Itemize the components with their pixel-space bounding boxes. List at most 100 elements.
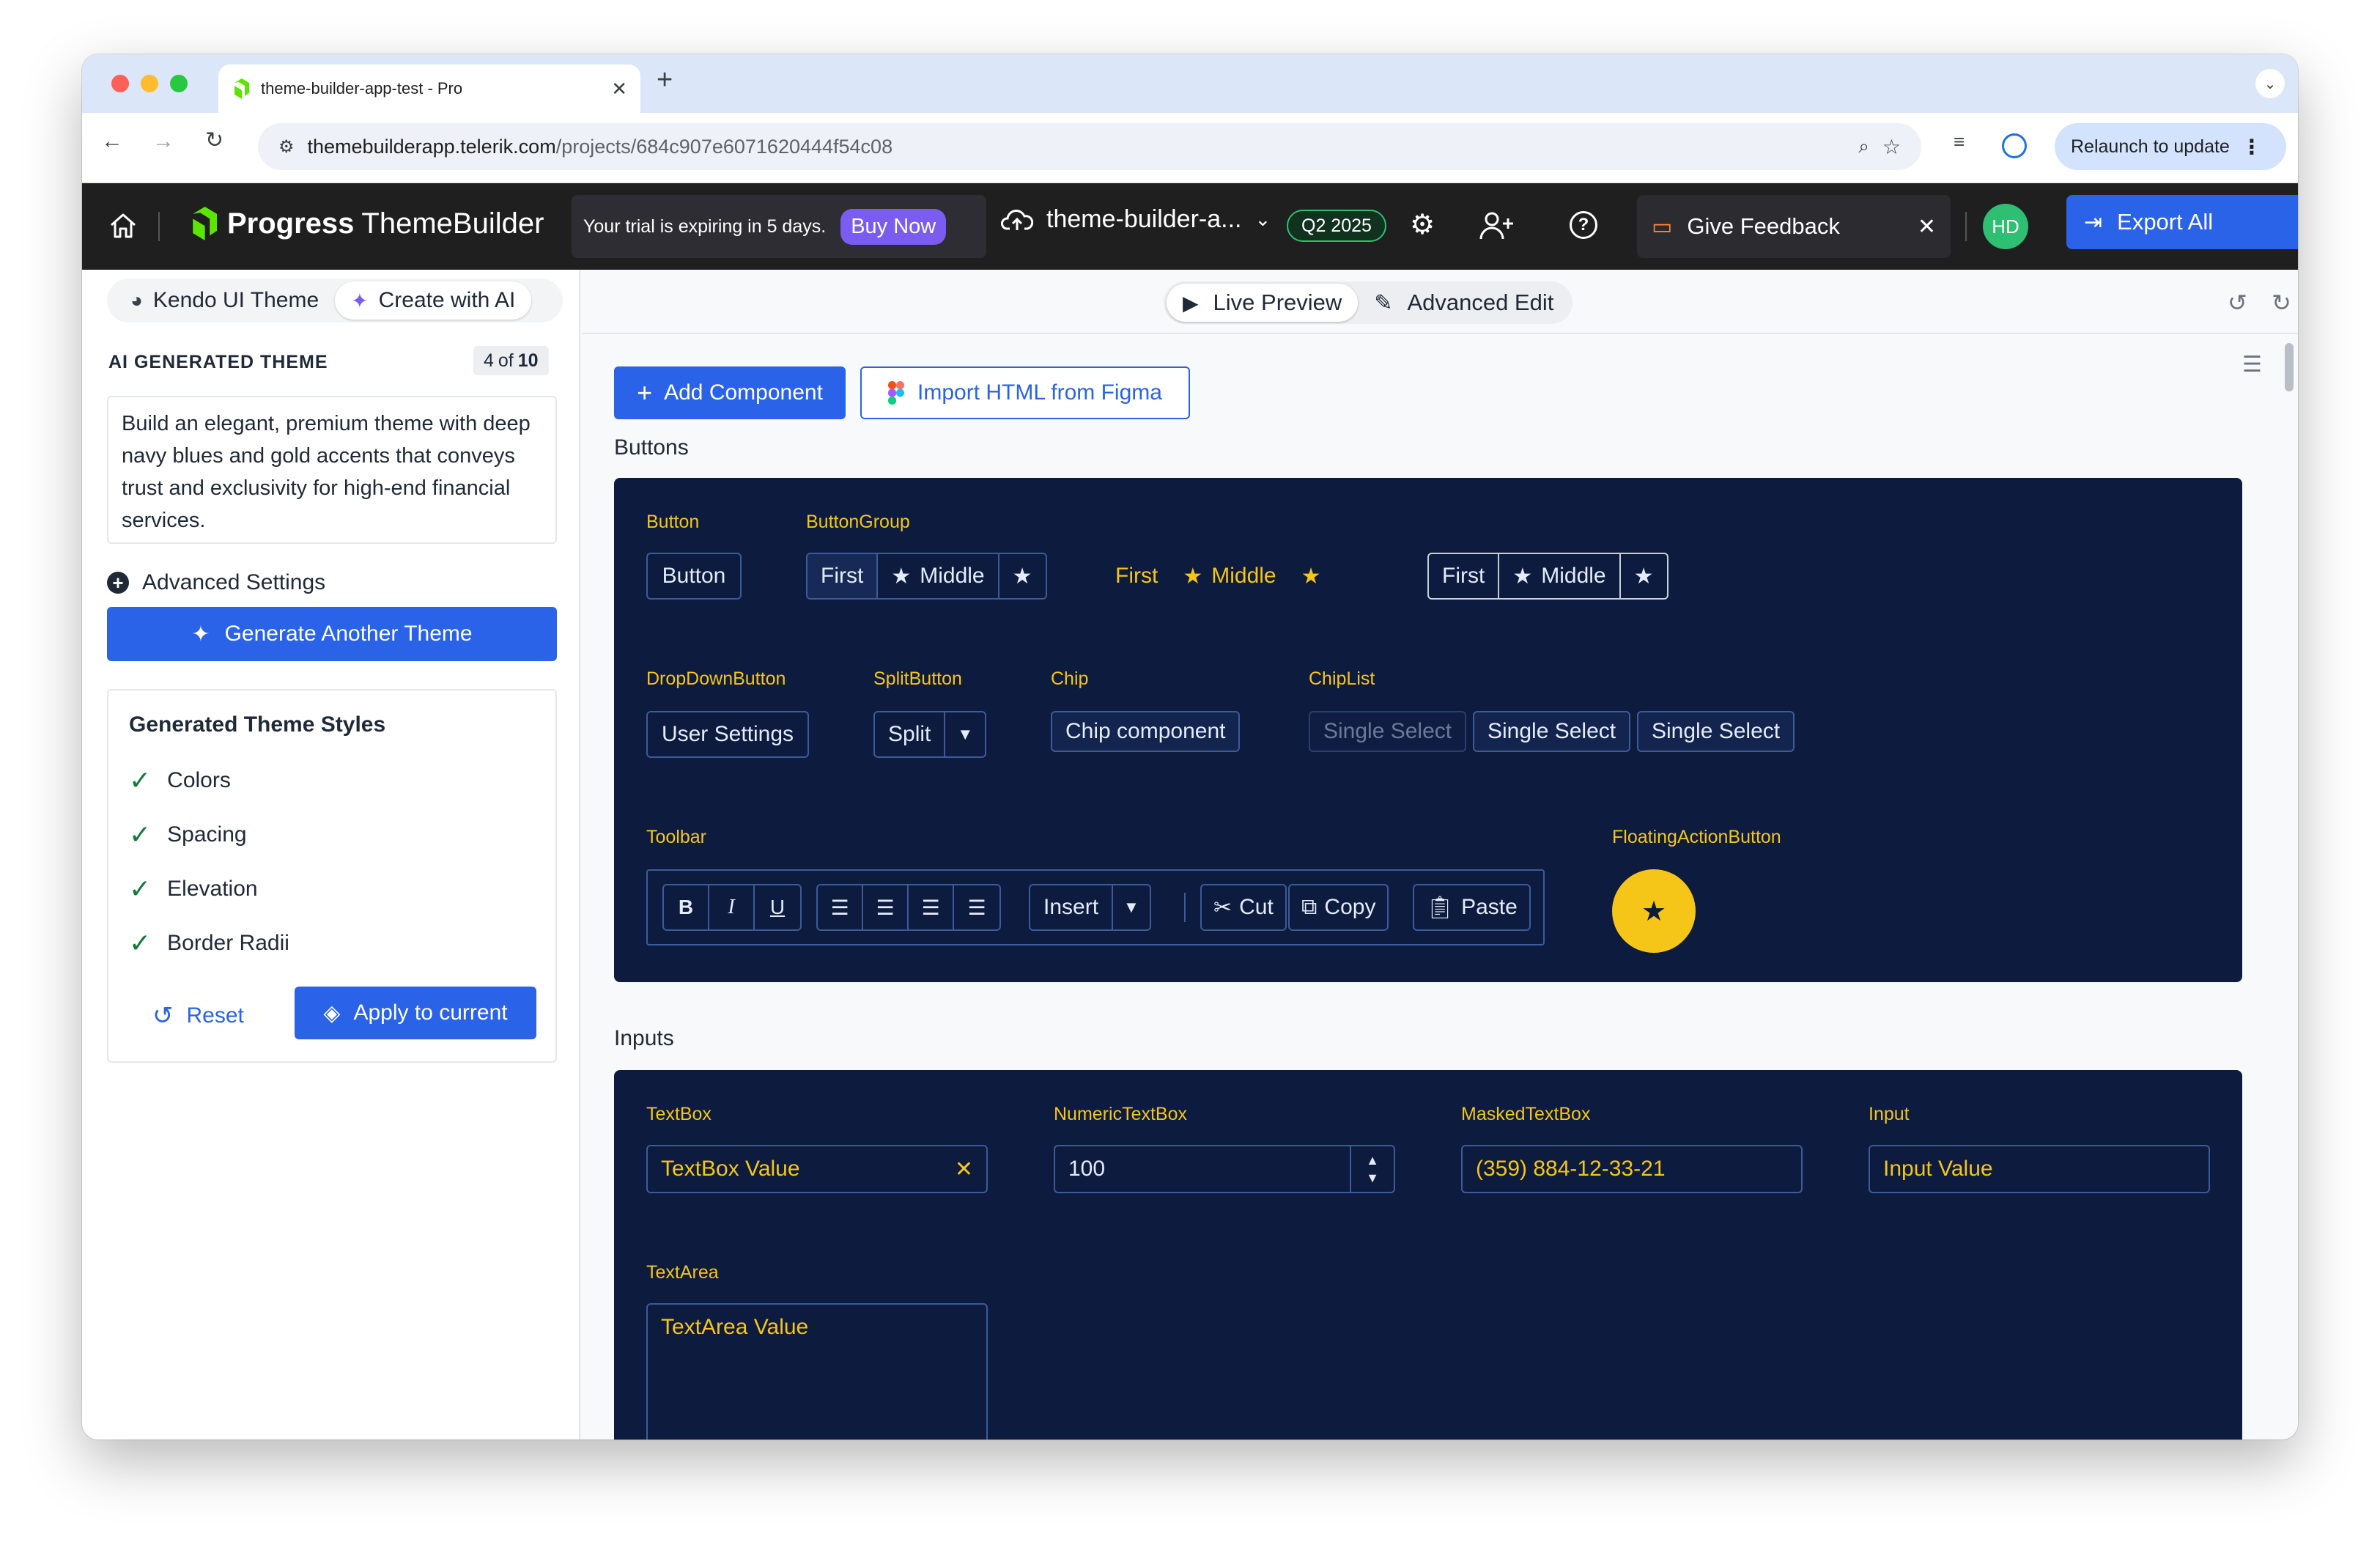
italic-button[interactable]: I <box>709 885 755 929</box>
close-tab-icon[interactable]: ✕ <box>611 78 627 100</box>
omnibox[interactable]: ⚙ themebuilderapp.telerik.com/projects/6… <box>258 123 1921 170</box>
align-right-icon[interactable]: ☰ <box>909 885 954 929</box>
browser-tab-bar: theme-builder-app-test - Pro ✕ + ⌄ <box>82 54 2298 113</box>
home-icon[interactable] <box>108 211 138 240</box>
advanced-edit-tab[interactable]: ✎ Advanced Edit <box>1358 284 1570 322</box>
outline-middle-button[interactable]: ★ Middle <box>1499 554 1621 598</box>
give-feedback-button[interactable]: ▭ Give Feedback ✕ <box>1637 195 1951 258</box>
caret-down-icon[interactable]: ▼ <box>1366 1169 1379 1187</box>
close-window-button[interactable] <box>111 75 129 92</box>
star-icon: ★ <box>891 564 912 589</box>
bold-button[interactable]: B <box>664 885 709 929</box>
insert-split-button: Insert ▼ <box>1029 884 1151 931</box>
export-dropdown-icon[interactable]: ▼ <box>2296 212 2298 232</box>
tab-search-icon[interactable]: ⌄ <box>2255 69 2285 98</box>
add-component-button[interactable]: + Add Component <box>614 366 846 419</box>
textbox[interactable]: TextBox Value ✕ <box>646 1145 988 1193</box>
split-arrow-button[interactable]: ▼ <box>945 712 985 756</box>
profile-icon[interactable] <box>2002 133 2027 158</box>
project-selector[interactable]: theme-builder-a... ⌄ <box>1001 205 1271 234</box>
more-menu-icon[interactable]: ⋮ <box>2242 135 2262 159</box>
live-preview-label: Live Preview <box>1213 290 1342 315</box>
site-settings-icon[interactable]: ⚙ <box>278 136 295 158</box>
maximize-window-button[interactable] <box>170 75 188 92</box>
insert-button[interactable]: Insert <box>1030 885 1114 929</box>
import-figma-button[interactable]: Import HTML from Figma <box>860 366 1190 419</box>
floating-action-button[interactable]: ★ <box>1612 869 1696 953</box>
caret-up-icon[interactable]: ▲ <box>1366 1151 1379 1169</box>
clear-icon[interactable]: ✕ <box>955 1157 973 1182</box>
export-all-button[interactable]: ⇥ Export All ▼ <box>2066 195 2298 249</box>
group-middle-label: Middle <box>920 564 985 588</box>
relaunch-button[interactable]: Relaunch to update ⋮ <box>2055 123 2286 170</box>
new-tab-icon[interactable]: + <box>657 64 673 96</box>
demo-button[interactable]: Button <box>646 553 742 600</box>
user-avatar[interactable]: HD <box>1983 204 2028 249</box>
buy-now-button[interactable]: Buy Now <box>840 208 947 245</box>
textbox-value: TextBox Value <box>661 1157 800 1181</box>
browser-tab[interactable]: theme-builder-app-test - Pro ✕ <box>218 64 640 113</box>
numeric-spinner[interactable]: ▲ ▼ <box>1350 1146 1394 1192</box>
zoom-icon[interactable]: ⌕ <box>1858 135 1869 158</box>
scrollbar-thumb[interactable] <box>2285 343 2294 391</box>
cut-button[interactable]: ✂ Cut <box>1200 884 1287 931</box>
align-left-icon[interactable]: ☰ <box>818 885 863 929</box>
flat-middle-button[interactable]: ★ Middle <box>1183 564 1276 589</box>
back-icon[interactable]: ← <box>101 129 123 154</box>
tab-kendo-ui-theme[interactable]: ◕ Kendo UI Theme <box>114 281 335 320</box>
dropdown-label: DropDownButton <box>646 668 786 689</box>
url-text[interactable]: themebuilderapp.telerik.com/projects/684… <box>308 136 1846 158</box>
generate-another-theme-button[interactable]: ✦ Generate Another Theme <box>107 607 557 661</box>
underline-button[interactable]: U <box>755 885 800 929</box>
button-label: Button <box>646 512 700 532</box>
apply-to-current-button[interactable]: ◈ Apply to current <box>295 987 536 1039</box>
chiplist-chip[interactable]: Single Select <box>1473 711 1631 752</box>
reload-icon[interactable]: ↻ <box>205 128 223 153</box>
flat-first-button[interactable]: First <box>1115 564 1158 589</box>
outline-first-button[interactable]: First <box>1429 554 1500 598</box>
group-first-button[interactable]: First <box>808 554 879 598</box>
copy-button[interactable]: ⧉ Copy <box>1288 884 1389 931</box>
chip[interactable]: Chip component <box>1051 711 1241 752</box>
reset-button[interactable]: ↺ Reset <box>152 1001 244 1031</box>
outline-star-button[interactable]: ★ <box>1621 554 1667 598</box>
advanced-settings-toggle[interactable]: + Advanced Settings <box>107 570 325 595</box>
masked-textbox[interactable]: (359) 884-12-33-21 <box>1461 1145 1803 1193</box>
group-middle-button[interactable]: ★ Middle <box>878 554 999 598</box>
align-justify-icon[interactable]: ☰ <box>954 885 999 929</box>
import-figma-label: Import HTML from Figma <box>917 380 1162 405</box>
checklist-icon[interactable]: ☰ <box>2242 352 2262 377</box>
logo-brand: Progress <box>227 207 355 240</box>
chiplist-chip[interactable]: Single Select <box>1309 711 1467 752</box>
chiplist-chip[interactable]: Single Select <box>1637 711 1795 752</box>
insert-arrow-button[interactable]: ▼ <box>1113 885 1150 929</box>
chiplist-label: ChipList <box>1309 668 1375 689</box>
apply-label: Apply to current <box>353 1000 508 1025</box>
fab-label: FloatingActionButton <box>1612 827 1781 847</box>
ai-prompt-textarea[interactable]: Build an elegant, premium theme with dee… <box>107 396 557 544</box>
textarea[interactable]: TextArea Value <box>646 1303 988 1440</box>
close-feedback-icon[interactable]: ✕ <box>1918 214 1936 240</box>
forward-icon[interactable]: → <box>152 129 174 154</box>
help-icon[interactable]: ? <box>1570 211 1597 239</box>
dropdown-button[interactable]: User Settings <box>646 711 809 758</box>
add-user-icon[interactable] <box>1479 210 1514 242</box>
paste-button[interactable]: 📋︎ Paste <box>1413 884 1531 931</box>
star-icon[interactable]: ★ <box>1301 564 1321 589</box>
sparkle-icon: ✦ <box>191 622 210 646</box>
align-center-icon[interactable]: ☰ <box>863 885 909 929</box>
bookmark-star-icon[interactable]: ☆ <box>1882 135 1901 159</box>
numeric-textbox[interactable]: 100 ▲ ▼ <box>1054 1145 1395 1193</box>
tab-create-with-ai[interactable]: ✦ Create with AI <box>335 281 532 320</box>
settings-gear-icon[interactable]: ⚙ <box>1410 208 1435 241</box>
undo-icon[interactable]: ↺ <box>2228 289 2247 317</box>
group-star-button[interactable]: ★ <box>999 554 1046 598</box>
live-preview-tab[interactable]: ▶ Live Preview <box>1167 284 1359 322</box>
split-main-button[interactable]: Split <box>875 712 946 756</box>
input-field[interactable]: Input Value <box>1869 1145 2210 1193</box>
media-controls-icon[interactable]: ≡ <box>1954 130 1965 153</box>
address-bar: ← → ↻ ⚙ themebuilderapp.telerik.com/proj… <box>82 113 2298 183</box>
minimize-window-button[interactable] <box>141 75 158 92</box>
redo-icon[interactable]: ↻ <box>2272 289 2291 317</box>
tab-kendo-label: Kendo UI Theme <box>152 288 319 312</box>
